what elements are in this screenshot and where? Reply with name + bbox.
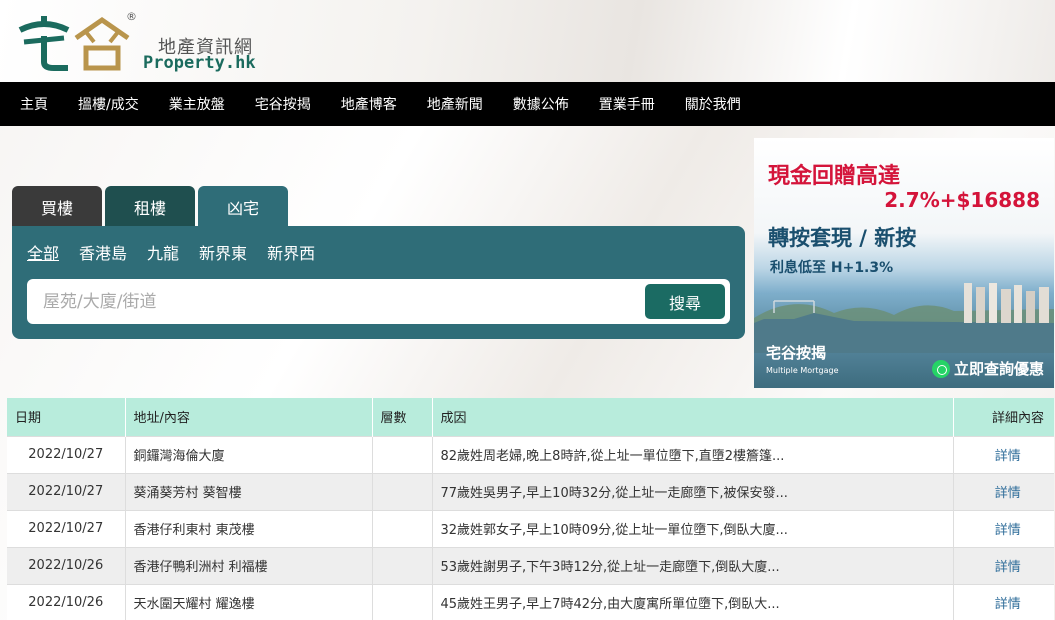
row-floor	[371, 472, 432, 510]
nav-item-data[interactable]: 數據公佈	[513, 94, 569, 114]
search-panel: 全部 香港島 九龍 新界東 新界西 搜尋	[12, 226, 745, 339]
row-date: 2022/10/27	[7, 435, 125, 473]
row-address: 香港仔利東村 東茂樓	[124, 509, 372, 547]
table-row: 2022/10/26 香港仔鴨利洲村 利福樓 53歲姓謝男子,下午3時12分,從…	[7, 546, 1054, 584]
logo-icon[interactable]	[14, 12, 134, 72]
row-floor	[371, 546, 432, 584]
row-date: 2022/10/26	[7, 583, 125, 620]
row-detail-link[interactable]: 詳情	[952, 435, 1054, 473]
row-address: 天水圍天耀村 耀逸樓	[124, 583, 372, 620]
header-floor: 層數	[371, 398, 432, 436]
site-name-en: Property.hk	[143, 53, 256, 73]
ad-rate: 利息低至 H+1.3%	[770, 260, 894, 276]
nav-item-handbook[interactable]: 置業手冊	[599, 94, 655, 114]
region-filter: 全部 香港島 九龍 新界東 新界西	[27, 240, 335, 264]
search-box: 搜尋	[27, 279, 730, 324]
row-cause: 32歲姓郭女子,早上10時09分,從上址一單位墮下,倒臥大廈...	[431, 509, 953, 547]
table-row: 2022/10/27 香港仔利東村 東茂樓 32歲姓郭女子,早上10時09分,從…	[7, 509, 1054, 547]
header-cause: 成因	[431, 398, 953, 436]
ad-rebate: 2.7%+$16888	[884, 188, 1040, 212]
row-date: 2022/10/27	[7, 509, 125, 547]
region-kowloon[interactable]: 九龍	[147, 240, 179, 264]
whatsapp-icon	[931, 359, 950, 378]
search-button[interactable]: 搜尋	[645, 284, 725, 319]
table-row: 2022/10/27 銅鑼灣海倫大廈 82歲姓周老婦,晚上8時許,從上址一單位墮…	[7, 435, 1054, 473]
table-row: 2022/10/26 天水圍天耀村 耀逸樓 45歲姓王男子,早上7時42分,由大…	[7, 583, 1054, 620]
tab-rent[interactable]: 租樓	[105, 186, 195, 227]
search-input[interactable]	[27, 279, 627, 324]
row-date: 2022/10/27	[7, 472, 125, 510]
row-date: 2022/10/26	[7, 546, 125, 584]
ad-cta-label: 立即查詢優惠	[953, 360, 1044, 378]
row-address: 銅鑼灣海倫大廈	[124, 435, 372, 473]
nav-item-search-transactions[interactable]: 搵樓/成交	[78, 94, 139, 114]
ad-brand-subtitle: Multiple Mortgage	[766, 366, 839, 375]
row-detail-link[interactable]: 詳情	[952, 583, 1054, 620]
search-tabs: 買樓 租樓 凶宅	[12, 186, 291, 227]
table-header-row: 日期 地址/內容 層數 成因 詳細內容	[7, 398, 1054, 436]
row-detail-link[interactable]: 詳情	[952, 546, 1054, 584]
row-detail-link[interactable]: 詳情	[952, 509, 1054, 547]
ad-subheadline: 轉按套現 / 新按	[768, 226, 917, 250]
row-cause: 77歲姓吳男子,早上10時32分,從上址一走廊墮下,被保安發...	[431, 472, 953, 510]
mortgage-ad-banner[interactable]: 現金回贈高達 2.7%+$16888 轉按套現 / 新按 利息低至 H+1.3%…	[754, 138, 1054, 388]
header-address: 地址/內容	[124, 398, 372, 436]
nav-item-mortgage[interactable]: 宅谷按揭	[255, 94, 311, 114]
region-hk-island[interactable]: 香港島	[79, 240, 127, 264]
ad-brand-name: 宅谷按揭	[766, 344, 827, 362]
row-cause: 53歲姓謝男子,下午3時12分,從上址一走廊墮下,倒臥大廈...	[431, 546, 953, 584]
nav-item-owner-listing[interactable]: 業主放盤	[169, 94, 225, 114]
row-floor	[371, 435, 432, 473]
nav-item-news[interactable]: 地產新聞	[427, 94, 483, 114]
tab-buy[interactable]: 買樓	[12, 186, 102, 227]
row-cause: 45歲姓王男子,早上7時42分,由大廈寓所單位墮下,倒臥大...	[431, 583, 953, 620]
ad-headline: 現金回贈高達	[768, 164, 901, 189]
registered-mark: ®	[126, 10, 137, 23]
row-address: 香港仔鴨利洲村 利福樓	[124, 546, 372, 584]
header-detail: 詳細內容	[952, 398, 1054, 436]
region-nt-west[interactable]: 新界西	[267, 240, 315, 264]
header-date: 日期	[15, 411, 42, 427]
site-header: ® 地產資訊網 Property.hk	[0, 0, 1055, 82]
row-address: 葵涌葵芳村 葵智樓	[124, 472, 372, 510]
tab-haunted[interactable]: 凶宅	[198, 186, 288, 227]
ad-cta[interactable]: 立即查詢優惠	[931, 358, 1044, 379]
main-nav: 主頁 搵樓/成交 業主放盤 宅谷按揭 地產博客 地產新聞 數據公佈 置業手冊 關…	[0, 82, 1055, 126]
row-floor	[371, 509, 432, 547]
row-detail-link[interactable]: 詳情	[952, 472, 1054, 510]
row-floor	[371, 583, 432, 620]
haunted-house-table: 日期 地址/內容 層數 成因 詳細內容 2022/10/27 銅鑼灣海倫大廈 8…	[7, 398, 1054, 620]
nav-item-blog[interactable]: 地產博客	[341, 94, 397, 114]
row-cause: 82歲姓周老婦,晚上8時許,從上址一單位墮下,直墮2樓簷篷...	[431, 435, 953, 473]
table-row: 2022/10/27 葵涌葵芳村 葵智樓 77歲姓吳男子,早上10時32分,從上…	[7, 472, 1054, 510]
region-all[interactable]: 全部	[27, 240, 59, 264]
region-nt-east[interactable]: 新界東	[199, 240, 247, 264]
nav-item-home[interactable]: 主頁	[20, 94, 48, 114]
nav-item-about[interactable]: 關於我們	[685, 94, 741, 114]
